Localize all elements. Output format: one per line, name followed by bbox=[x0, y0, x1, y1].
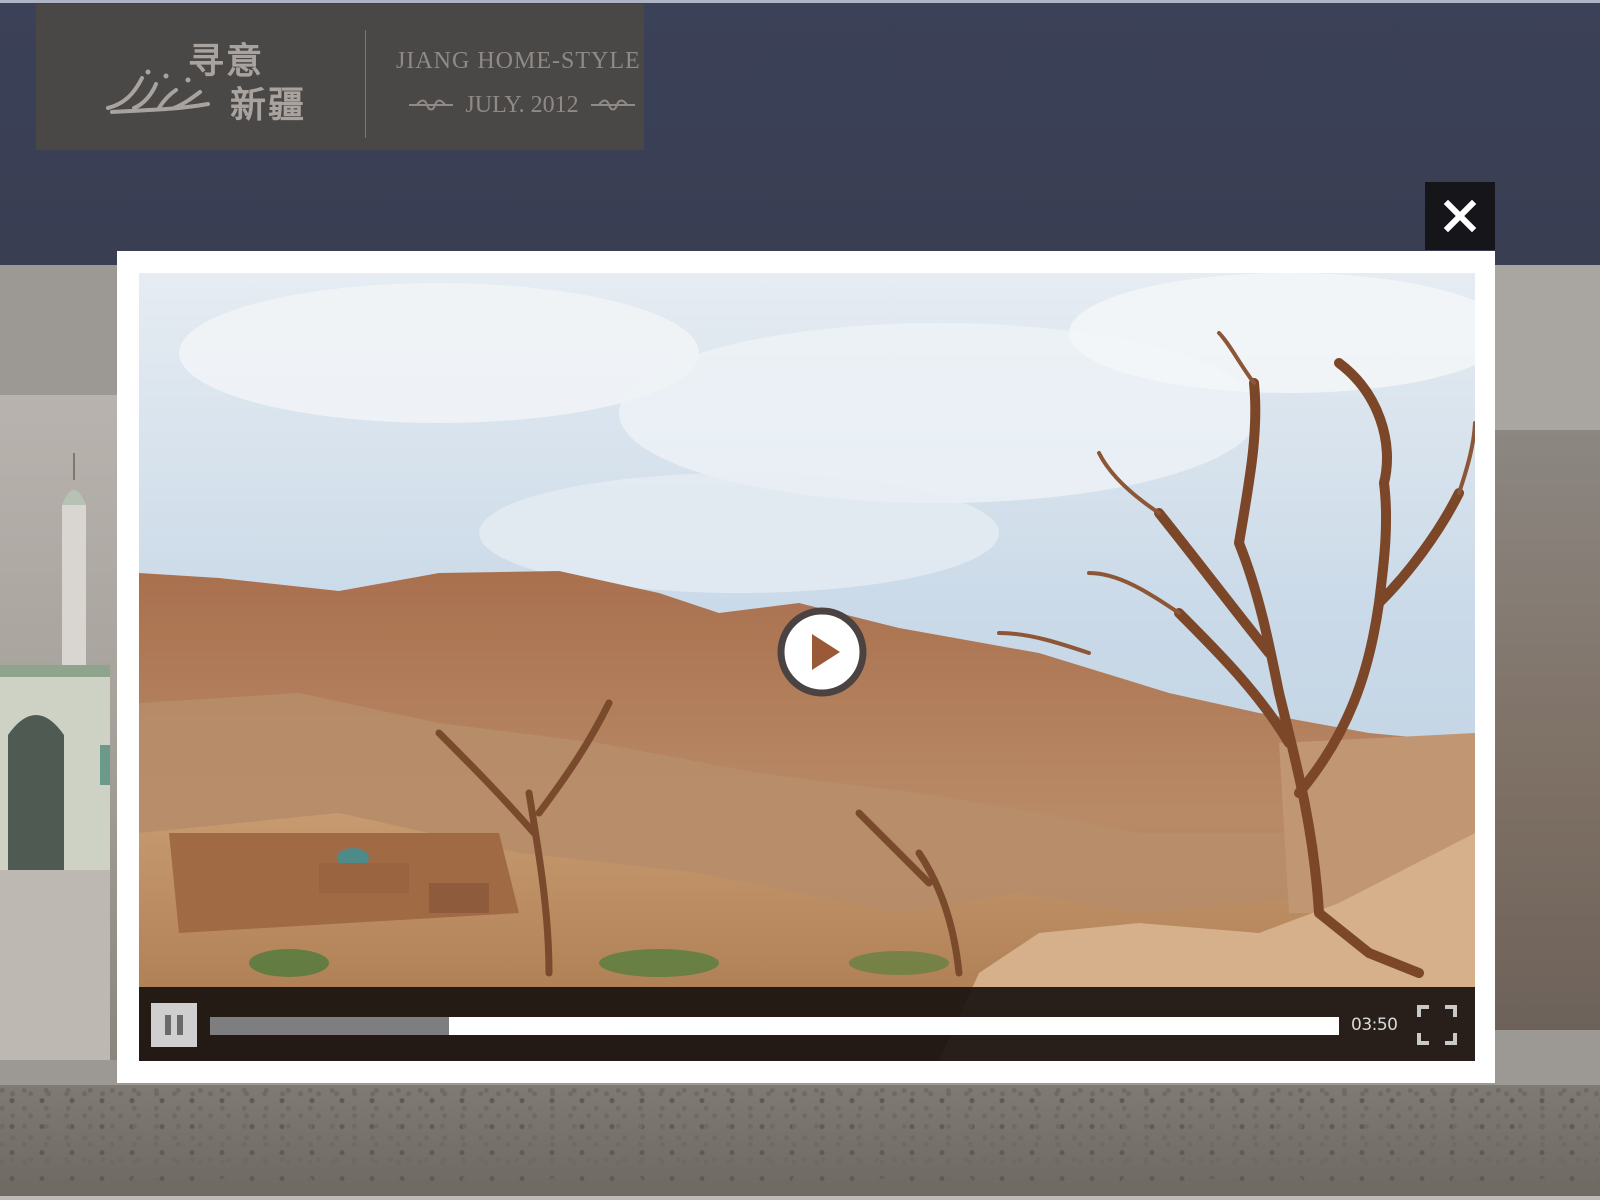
site-logo[interactable]: 寻意 新疆 JIANG HOME-STYLE JULY. 2012 bbox=[36, 4, 644, 150]
video-control-bar: 03:50 bbox=[139, 987, 1475, 1061]
progress-fill bbox=[210, 1017, 450, 1035]
logo-cn-line2: 新疆 bbox=[230, 84, 307, 126]
mosque-illustration bbox=[0, 453, 110, 1060]
flourish-right-icon bbox=[590, 99, 635, 111]
header-top-stripe bbox=[0, 0, 1600, 3]
video-player[interactable]: 03:50 bbox=[139, 273, 1475, 1061]
progress-bar[interactable] bbox=[210, 1017, 1339, 1035]
close-button[interactable] bbox=[1425, 182, 1495, 250]
page-header: 寻意 新疆 JIANG HOME-STYLE JULY. 2012 bbox=[0, 0, 1600, 265]
fullscreen-button[interactable] bbox=[1415, 1003, 1459, 1047]
logo-date: JULY. 2012 bbox=[465, 91, 579, 118]
pause-icon-bar bbox=[177, 1015, 183, 1035]
pause-button[interactable] bbox=[151, 1003, 197, 1047]
play-icon bbox=[777, 607, 867, 697]
flourish-left-icon bbox=[409, 99, 454, 111]
logo-date-line: JULY. 2012 bbox=[402, 90, 642, 120]
close-icon bbox=[1443, 199, 1477, 233]
fullscreen-icon bbox=[1417, 1005, 1457, 1045]
background-ruins-photo bbox=[1494, 430, 1600, 1030]
logo-english-title: JIANG HOME-STYLE bbox=[396, 48, 641, 74]
play-button[interactable] bbox=[776, 606, 868, 698]
background-gravel-strip bbox=[0, 1085, 1600, 1200]
video-modal: 03:50 bbox=[117, 251, 1495, 1083]
time-display: 03:50 bbox=[1351, 1015, 1398, 1035]
page-bottom-line bbox=[0, 1196, 1600, 1200]
logo-divider bbox=[365, 30, 366, 138]
background-mosque-photo bbox=[0, 395, 118, 1060]
backdrop-right-panel bbox=[1494, 265, 1600, 430]
pause-icon bbox=[165, 1015, 171, 1035]
